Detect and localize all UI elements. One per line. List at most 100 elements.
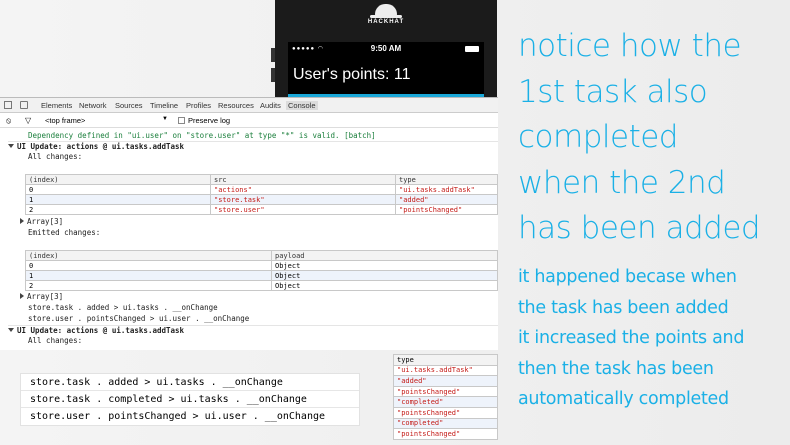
- expand-arrow-icon: [20, 218, 24, 224]
- table-row: 2 "store.user" "pointsChanged": [25, 204, 498, 215]
- table-header[interactable]: payload: [271, 250, 498, 261]
- table-row: "pointsChanged": [393, 406, 498, 419]
- annotation-explanation: it happened becase when the task has bee…: [518, 262, 786, 415]
- table-row: "pointsChanged": [393, 428, 498, 440]
- headline-line: completed: [518, 119, 678, 155]
- list-item: store.user . pointsChanged > ui.user . _…: [30, 411, 326, 422]
- expand-arrow-icon: [8, 144, 14, 148]
- tab-timeline[interactable]: Timeline: [150, 101, 178, 110]
- table-row: "completed": [393, 396, 498, 408]
- table-header-row: type: [393, 354, 498, 366]
- table-cell[interactable]: Object: [271, 270, 498, 281]
- log-dependency: Dependency defined in "ui.user" on "stor…: [28, 131, 376, 140]
- table-cell: 0: [25, 260, 272, 271]
- list-item: store.task . added > ui.tasks . __onChan…: [21, 374, 359, 391]
- table-cell: "pointsChanged": [393, 385, 498, 398]
- preserve-log-checkbox[interactable]: Preserve log: [178, 116, 230, 125]
- log-emitted-changes: Emitted changes:: [28, 228, 101, 237]
- explanation-line: automatically completed: [518, 389, 729, 409]
- log-ui-update[interactable]: UI Update: actions @ ui.tasks.addTask: [8, 325, 498, 335]
- inspect-icon[interactable]: [4, 101, 12, 109]
- tab-network[interactable]: Network: [79, 101, 107, 110]
- tab-sources[interactable]: Sources: [115, 101, 143, 110]
- table-cell: "ui.tasks.addTask": [393, 364, 498, 377]
- changes-table: (index) src type 0 "actions" "ui.tasks.a…: [25, 174, 498, 215]
- table-cell: "added": [393, 375, 498, 387]
- zoomed-command-list: store.task . added > ui.tasks . __onChan…: [20, 373, 360, 426]
- list-item: store.task . completed > ui.tasks . __on…: [21, 391, 359, 408]
- table-cell: "completed": [393, 396, 498, 408]
- clear-console-icon[interactable]: ⦸: [6, 116, 11, 126]
- explanation-line: it increased the points and: [518, 328, 745, 348]
- status-time: 9:50 AM: [370, 44, 402, 53]
- table-cell: "ui.tasks.addTask": [395, 184, 498, 195]
- tab-console[interactable]: Console: [286, 101, 318, 110]
- tab-audits[interactable]: Audits: [260, 101, 281, 110]
- phone-status-bar: ●●●●● ◠ 9:50 AM: [288, 42, 484, 56]
- user-points-label: User's points: 11: [293, 66, 411, 83]
- devtools-panel: Elements Network Sources Timeline Profil…: [0, 97, 498, 350]
- phone-screen: ●●●●● ◠ 9:50 AM User's points: 11: [288, 42, 484, 98]
- tab-profiles[interactable]: Profiles: [186, 101, 211, 110]
- table-cell: "actions": [210, 184, 396, 195]
- table-row: "ui.tasks.addTask": [393, 364, 498, 377]
- frame-select[interactable]: <top frame>: [45, 116, 85, 125]
- table-header-row: (index) src type: [25, 174, 498, 185]
- log-array-text: Array[3]: [27, 217, 64, 226]
- table-cell: 1: [25, 270, 272, 281]
- table-cell: "pointsChanged": [395, 204, 498, 215]
- table-cell: 2: [25, 280, 272, 291]
- table-row: 2 Object: [25, 280, 498, 291]
- table-header[interactable]: type: [395, 174, 498, 185]
- table-cell: 0: [25, 184, 211, 195]
- table-row: 0 "actions" "ui.tasks.addTask": [25, 184, 498, 195]
- table-row: 1 "store.task" "added": [25, 194, 498, 205]
- log-array-toggle[interactable]: Array[3]: [20, 217, 63, 226]
- log-all-changes: All changes:: [28, 336, 83, 345]
- table-header[interactable]: (index): [25, 174, 211, 185]
- explanation-line: then the task has been: [518, 358, 714, 379]
- tab-resources[interactable]: Resources: [218, 101, 254, 110]
- log-flow-line: store.user . pointsChanged > ui.user . _…: [28, 314, 250, 323]
- table-cell: "added": [395, 194, 498, 205]
- table-row: 0 Object: [25, 260, 498, 271]
- device-mode-icon[interactable]: [20, 101, 28, 109]
- explanation-line: it happened becase when: [518, 267, 737, 287]
- tab-elements[interactable]: Elements: [41, 101, 72, 110]
- table-cell[interactable]: Object: [271, 280, 498, 291]
- annotation-headline: notice how the 1st task also completed w…: [518, 24, 783, 252]
- table-cell: "pointsChanged": [393, 428, 498, 440]
- log-all-changes: All changes:: [28, 152, 83, 161]
- table-row: "added": [393, 375, 498, 387]
- explanation-line: the task has been added: [518, 297, 729, 318]
- phone-side-button: [271, 48, 275, 62]
- log-ui-update[interactable]: UI Update: actions @ ui.tasks.addTask: [8, 141, 498, 151]
- table-cell: "pointsChanged": [393, 406, 498, 419]
- hat-icon: [370, 4, 402, 18]
- table-cell: "store.task": [210, 194, 396, 205]
- table-row: "pointsChanged": [393, 385, 498, 398]
- phone-side-button: [271, 68, 275, 82]
- brand-logo: HACKHAT: [350, 4, 422, 25]
- table-header-row: (index) payload: [25, 250, 498, 261]
- filter-icon[interactable]: ▽: [25, 116, 31, 125]
- table-cell: "store.user": [210, 204, 396, 215]
- expand-arrow-icon: [8, 328, 14, 332]
- expand-arrow-icon: [20, 293, 24, 299]
- phone-mockup: HACKHAT ●●●●● ◠ 9:50 AM User's points: 1…: [271, 0, 497, 98]
- table-header: type: [393, 354, 498, 366]
- chevron-down-icon[interactable]: ▼: [162, 116, 168, 122]
- table-header[interactable]: src: [210, 174, 396, 185]
- headline-line: 1st task also: [518, 73, 708, 110]
- table-cell[interactable]: Object: [271, 260, 498, 271]
- emitted-table: (index) payload 0 Object 1 Object 2 Obje…: [25, 250, 498, 291]
- devtools-tab-bar: Elements Network Sources Timeline Profil…: [0, 98, 498, 113]
- table-row: 1 Object: [25, 270, 498, 281]
- log-array-toggle[interactable]: Array[3]: [20, 292, 63, 301]
- preserve-log-label: Preserve log: [188, 116, 231, 125]
- log-ui-update-text: UI Update: actions @ ui.tasks.addTask: [17, 142, 185, 151]
- log-array-text: Array[3]: [27, 292, 64, 301]
- table-header[interactable]: (index): [25, 250, 272, 261]
- headline-line: notice how the: [518, 28, 742, 64]
- table-cell: 1: [25, 194, 211, 205]
